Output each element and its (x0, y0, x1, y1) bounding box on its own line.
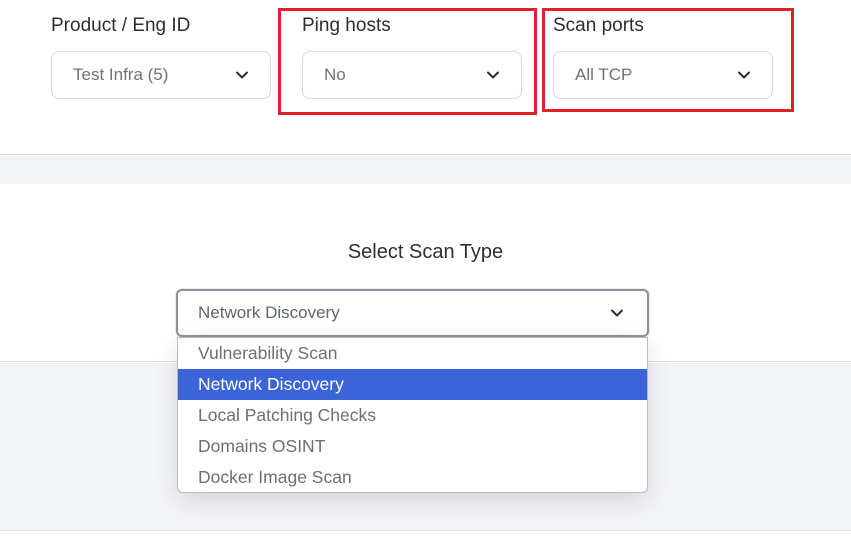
ping-hosts-select-value: No (324, 65, 346, 84)
chevron-down-icon (736, 67, 752, 83)
option-local-patching-checks[interactable]: Local Patching Checks (178, 400, 647, 431)
scan-ports-label: Scan ports (553, 15, 644, 36)
scan-ports-select-value: All TCP (575, 65, 633, 84)
section-divider (0, 156, 851, 184)
scan-ports-select[interactable]: All TCP (553, 51, 773, 99)
chevron-down-icon (485, 67, 501, 83)
scan-type-dropdown-list: Vulnerability Scan Network Discovery Loc… (177, 337, 648, 493)
ping-hosts-select[interactable]: No (302, 51, 522, 99)
scan-type-title: Select Scan Type (347, 241, 504, 263)
chevron-down-icon (609, 305, 625, 321)
option-vulnerability-scan[interactable]: Vulnerability Scan (178, 338, 647, 369)
product-field-label: Product / Eng ID (51, 15, 191, 36)
option-docker-image-scan[interactable]: Docker Image Scan (178, 462, 647, 492)
option-domains-osint[interactable]: Domains OSINT (178, 431, 647, 462)
chevron-down-icon (234, 67, 250, 83)
scan-type-select-value: Network Discovery (198, 303, 340, 322)
ping-hosts-label: Ping hosts (302, 15, 391, 36)
product-select[interactable]: Test Infra (5) (51, 51, 271, 99)
footer-area (0, 530, 851, 549)
option-network-discovery[interactable]: Network Discovery (178, 369, 647, 400)
scan-type-select[interactable]: Network Discovery (176, 289, 649, 337)
product-select-value: Test Infra (5) (73, 65, 169, 84)
